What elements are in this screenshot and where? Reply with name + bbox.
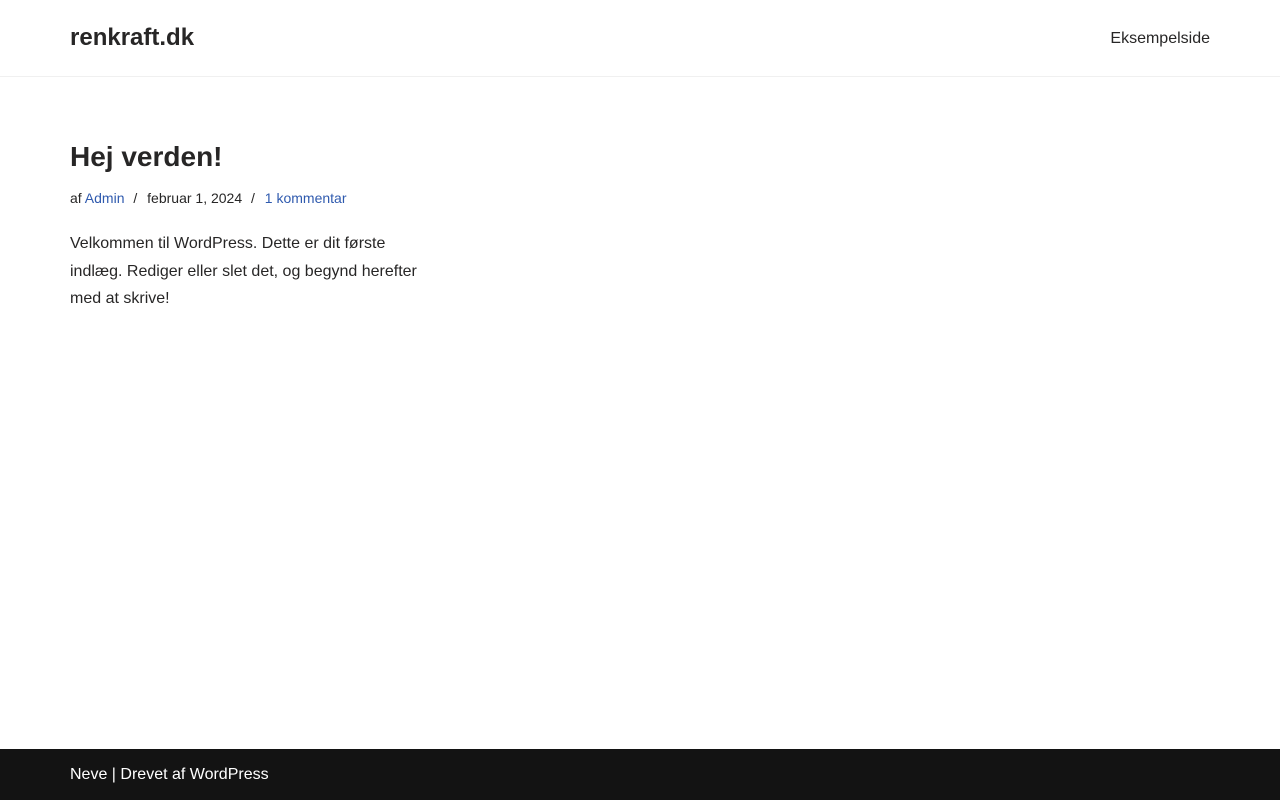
post-excerpt: Velkommen til WordPress. Dette er dit fø… [70,235,417,307]
post-meta-separator: / [251,190,255,206]
footer-theme-link[interactable]: Neve [70,766,107,783]
post-title[interactable]: Hej verden! [70,139,223,175]
post-comments-link[interactable]: 1 kommentar [265,190,347,206]
post-meta-by-prefix: af [70,190,85,206]
footer-powered-by-link[interactable]: Drevet af WordPress [120,766,268,783]
site-footer: Neve | Drevet af WordPress [0,749,1280,800]
post-meta-separator: / [133,190,138,206]
post-meta: af Admin / februar 1, 2024 / 1 kommentar [70,189,347,207]
footer-divider: | [107,766,121,783]
post-author-link[interactable]: Admin [85,190,125,206]
site-header: renkraft.dk Eksempelside [0,0,1280,77]
site-title-link[interactable]: renkraft.dk [70,23,194,53]
post-date: februar 1, 2024 [147,190,243,206]
nav-item-eksempelside[interactable]: Eksempelside [1110,29,1210,49]
footer-credits: Neve | Drevet af WordPress [70,765,269,785]
